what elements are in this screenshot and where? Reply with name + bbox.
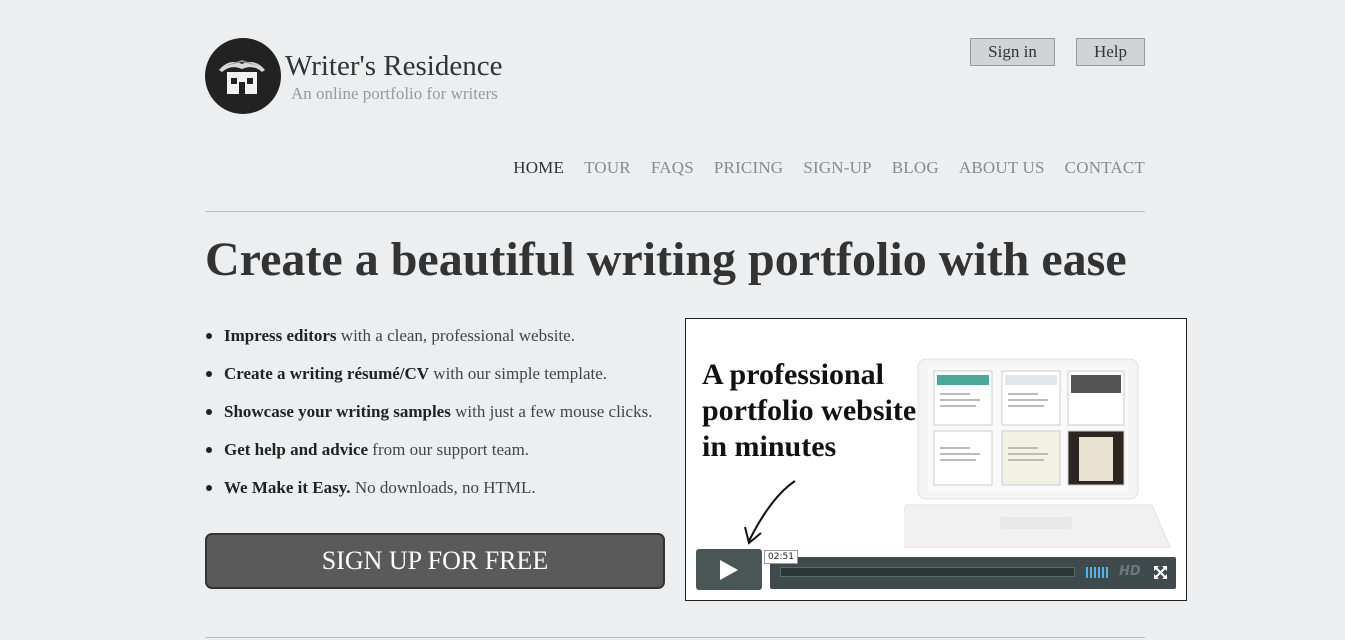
signup-free-button[interactable]: SIGN UP FOR FREE [205,533,665,589]
hd-toggle[interactable]: HD [1119,564,1141,579]
nav-about[interactable]: ABOUT US [959,158,1045,178]
footer-divider [205,637,1145,638]
video-caption-line: in minutes [702,430,837,463]
feature-item: Create a writing résumé/CV with our simp… [205,360,652,398]
header-divider [205,211,1145,212]
nav-pricing[interactable]: PRICING [714,158,783,178]
video-caption: A professional portfolio website in minu… [702,357,916,465]
feature-text: with just a few mouse clicks. [450,402,653,421]
logo-house-icon[interactable] [205,38,281,114]
video-caption-line: portfolio website [702,394,917,427]
page-container: Writer's Residence An online portfolio f… [205,0,1187,640]
video-player[interactable]: A professional portfolio website in minu… [685,318,1187,601]
signin-button[interactable]: Sign in [970,38,1055,66]
video-progress-bar[interactable] [780,567,1075,577]
page-headline: Create a beautiful writing portfolio wit… [205,233,1127,286]
fullscreen-icon[interactable] [1154,566,1167,579]
feature-text: from our support team. [368,440,530,459]
nav-tour[interactable]: TOUR [584,158,631,178]
feature-item: Showcase your writing samples with just … [205,398,652,436]
feature-item: Impress editors with a clean, profession… [205,322,652,360]
volume-icon[interactable] [1086,567,1110,578]
feature-strong: Showcase your writing samples [224,402,451,421]
brand-title[interactable]: Writer's Residence [285,50,502,83]
feature-strong: Create a writing résumé/CV [224,364,430,383]
video-caption-line: A professional [702,358,884,391]
nav-faqs[interactable]: FAQS [651,158,694,178]
nav-contact[interactable]: CONTACT [1065,158,1145,178]
feature-item: We Make it Easy. No downloads, no HTML. [205,474,652,512]
play-icon [720,560,738,580]
nav-home[interactable]: HOME [513,158,564,178]
help-button[interactable]: Help [1076,38,1145,66]
brand-tagline: An online portfolio for writers [291,84,498,103]
video-duration: 02:51 [764,550,798,564]
feature-list: Impress editors with a clean, profession… [205,322,652,512]
video-control-bar: HD [770,557,1176,589]
feature-strong: Impress editors [224,326,337,345]
laptop-illustration [904,358,1171,548]
feature-item: Get help and advice from our support tea… [205,436,652,474]
feature-text: with a clean, professional website. [336,326,575,345]
main-nav: HOME TOUR FAQS PRICING SIGN-UP BLOG ABOU… [493,158,1145,178]
nav-signup[interactable]: SIGN-UP [803,158,871,178]
arrow-icon [744,480,796,545]
nav-blog[interactable]: BLOG [892,158,939,178]
feature-text: No downloads, no HTML. [350,478,536,497]
feature-strong: Get help and advice [224,440,369,459]
play-button[interactable] [696,549,762,590]
feature-text: with our simple template. [429,364,608,383]
feature-strong: We Make it Easy. [224,478,351,497]
